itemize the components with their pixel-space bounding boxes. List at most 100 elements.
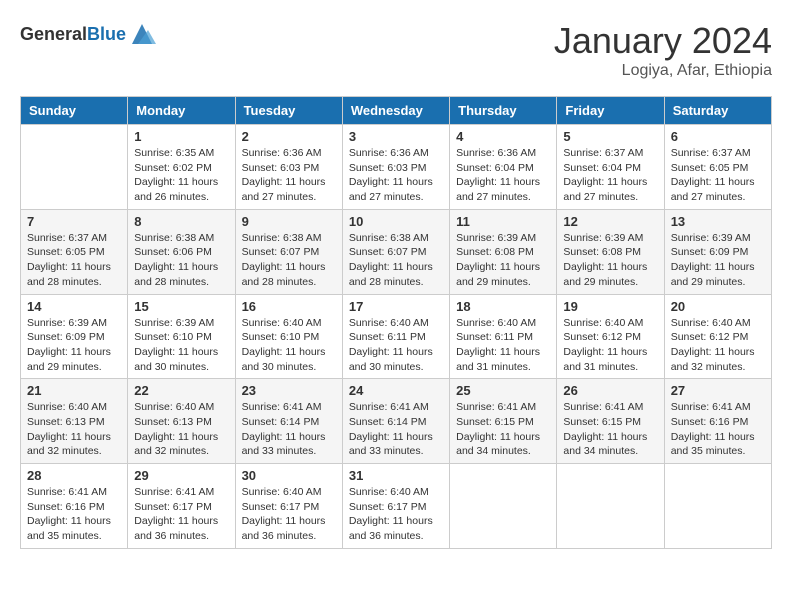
day-detail: Sunrise: 6:40 AMSunset: 6:13 PMDaylight:… (134, 401, 218, 457)
day-detail: Sunrise: 6:41 AMSunset: 6:15 PMDaylight:… (456, 401, 540, 457)
day-detail: Sunrise: 6:41 AMSunset: 6:14 PMDaylight:… (349, 401, 433, 457)
day-number: 9 (242, 214, 336, 229)
day-cell: 26 Sunrise: 6:41 AMSunset: 6:15 PMDaylig… (557, 379, 664, 464)
day-cell: 1 Sunrise: 6:35 AMSunset: 6:02 PMDayligh… (128, 125, 235, 210)
day-detail: Sunrise: 6:37 AMSunset: 6:05 PMDaylight:… (671, 147, 755, 203)
day-detail: Sunrise: 6:41 AMSunset: 6:15 PMDaylight:… (563, 401, 647, 457)
month-title: January 2024 (554, 20, 772, 62)
day-cell: 23 Sunrise: 6:41 AMSunset: 6:14 PMDaylig… (235, 379, 342, 464)
day-detail: Sunrise: 6:39 AMSunset: 6:08 PMDaylight:… (456, 232, 540, 288)
day-number: 4 (456, 129, 550, 144)
logo: GeneralBlue (20, 20, 156, 48)
day-detail: Sunrise: 6:38 AMSunset: 6:06 PMDaylight:… (134, 232, 218, 288)
day-cell: 21 Sunrise: 6:40 AMSunset: 6:13 PMDaylig… (21, 379, 128, 464)
location-title: Logiya, Afar, Ethiopia (554, 62, 772, 80)
day-detail: Sunrise: 6:41 AMSunset: 6:16 PMDaylight:… (671, 401, 755, 457)
col-header-wednesday: Wednesday (342, 97, 449, 125)
day-detail: Sunrise: 6:39 AMSunset: 6:09 PMDaylight:… (671, 232, 755, 288)
day-number: 26 (563, 383, 657, 398)
day-detail: Sunrise: 6:40 AMSunset: 6:11 PMDaylight:… (456, 317, 540, 373)
day-detail: Sunrise: 6:40 AMSunset: 6:12 PMDaylight:… (671, 317, 755, 373)
day-number: 16 (242, 299, 336, 314)
day-cell: 19 Sunrise: 6:40 AMSunset: 6:12 PMDaylig… (557, 294, 664, 379)
day-number: 15 (134, 299, 228, 314)
logo-general: General (20, 24, 87, 44)
day-number: 10 (349, 214, 443, 229)
day-cell: 7 Sunrise: 6:37 AMSunset: 6:05 PMDayligh… (21, 209, 128, 294)
day-cell: 27 Sunrise: 6:41 AMSunset: 6:16 PMDaylig… (664, 379, 771, 464)
day-number: 29 (134, 468, 228, 483)
day-number: 24 (349, 383, 443, 398)
day-number: 1 (134, 129, 228, 144)
day-cell: 5 Sunrise: 6:37 AMSunset: 6:04 PMDayligh… (557, 125, 664, 210)
day-number: 17 (349, 299, 443, 314)
day-cell: 25 Sunrise: 6:41 AMSunset: 6:15 PMDaylig… (450, 379, 557, 464)
day-detail: Sunrise: 6:40 AMSunset: 6:11 PMDaylight:… (349, 317, 433, 373)
day-number: 30 (242, 468, 336, 483)
day-detail: Sunrise: 6:40 AMSunset: 6:10 PMDaylight:… (242, 317, 326, 373)
day-cell: 18 Sunrise: 6:40 AMSunset: 6:11 PMDaylig… (450, 294, 557, 379)
day-cell (21, 125, 128, 210)
day-cell: 14 Sunrise: 6:39 AMSunset: 6:09 PMDaylig… (21, 294, 128, 379)
day-cell: 16 Sunrise: 6:40 AMSunset: 6:10 PMDaylig… (235, 294, 342, 379)
day-cell: 12 Sunrise: 6:39 AMSunset: 6:08 PMDaylig… (557, 209, 664, 294)
day-cell: 9 Sunrise: 6:38 AMSunset: 6:07 PMDayligh… (235, 209, 342, 294)
day-detail: Sunrise: 6:41 AMSunset: 6:14 PMDaylight:… (242, 401, 326, 457)
col-header-friday: Friday (557, 97, 664, 125)
day-detail: Sunrise: 6:40 AMSunset: 6:13 PMDaylight:… (27, 401, 111, 457)
day-number: 3 (349, 129, 443, 144)
day-number: 14 (27, 299, 121, 314)
logo-blue: Blue (87, 24, 126, 44)
day-detail: Sunrise: 6:36 AMSunset: 6:03 PMDaylight:… (242, 147, 326, 203)
day-detail: Sunrise: 6:37 AMSunset: 6:05 PMDaylight:… (27, 232, 111, 288)
col-header-saturday: Saturday (664, 97, 771, 125)
day-detail: Sunrise: 6:41 AMSunset: 6:17 PMDaylight:… (134, 486, 218, 542)
header-row: SundayMondayTuesdayWednesdayThursdayFrid… (21, 97, 772, 125)
day-cell: 17 Sunrise: 6:40 AMSunset: 6:11 PMDaylig… (342, 294, 449, 379)
day-detail: Sunrise: 6:37 AMSunset: 6:04 PMDaylight:… (563, 147, 647, 203)
day-cell: 6 Sunrise: 6:37 AMSunset: 6:05 PMDayligh… (664, 125, 771, 210)
day-cell: 22 Sunrise: 6:40 AMSunset: 6:13 PMDaylig… (128, 379, 235, 464)
col-header-tuesday: Tuesday (235, 97, 342, 125)
week-row-0: 1 Sunrise: 6:35 AMSunset: 6:02 PMDayligh… (21, 125, 772, 210)
day-detail: Sunrise: 6:39 AMSunset: 6:09 PMDaylight:… (27, 317, 111, 373)
day-cell (557, 464, 664, 549)
day-detail: Sunrise: 6:35 AMSunset: 6:02 PMDaylight:… (134, 147, 218, 203)
day-number: 18 (456, 299, 550, 314)
day-cell: 4 Sunrise: 6:36 AMSunset: 6:04 PMDayligh… (450, 125, 557, 210)
day-detail: Sunrise: 6:40 AMSunset: 6:17 PMDaylight:… (349, 486, 433, 542)
day-detail: Sunrise: 6:38 AMSunset: 6:07 PMDaylight:… (349, 232, 433, 288)
day-number: 5 (563, 129, 657, 144)
day-cell (664, 464, 771, 549)
week-row-4: 28 Sunrise: 6:41 AMSunset: 6:16 PMDaylig… (21, 464, 772, 549)
col-header-monday: Monday (128, 97, 235, 125)
day-detail: Sunrise: 6:41 AMSunset: 6:16 PMDaylight:… (27, 486, 111, 542)
calendar-table: SundayMondayTuesdayWednesdayThursdayFrid… (20, 96, 772, 549)
day-detail: Sunrise: 6:36 AMSunset: 6:04 PMDaylight:… (456, 147, 540, 203)
day-number: 31 (349, 468, 443, 483)
day-cell: 10 Sunrise: 6:38 AMSunset: 6:07 PMDaylig… (342, 209, 449, 294)
day-detail: Sunrise: 6:36 AMSunset: 6:03 PMDaylight:… (349, 147, 433, 203)
day-cell: 24 Sunrise: 6:41 AMSunset: 6:14 PMDaylig… (342, 379, 449, 464)
day-number: 6 (671, 129, 765, 144)
day-number: 21 (27, 383, 121, 398)
day-number: 22 (134, 383, 228, 398)
week-row-2: 14 Sunrise: 6:39 AMSunset: 6:09 PMDaylig… (21, 294, 772, 379)
day-number: 25 (456, 383, 550, 398)
day-cell: 15 Sunrise: 6:39 AMSunset: 6:10 PMDaylig… (128, 294, 235, 379)
day-cell: 13 Sunrise: 6:39 AMSunset: 6:09 PMDaylig… (664, 209, 771, 294)
day-cell: 20 Sunrise: 6:40 AMSunset: 6:12 PMDaylig… (664, 294, 771, 379)
day-number: 23 (242, 383, 336, 398)
day-number: 8 (134, 214, 228, 229)
day-number: 13 (671, 214, 765, 229)
week-row-3: 21 Sunrise: 6:40 AMSunset: 6:13 PMDaylig… (21, 379, 772, 464)
day-cell: 28 Sunrise: 6:41 AMSunset: 6:16 PMDaylig… (21, 464, 128, 549)
col-header-thursday: Thursday (450, 97, 557, 125)
title-area: January 2024 Logiya, Afar, Ethiopia (554, 20, 772, 80)
day-cell (450, 464, 557, 549)
day-number: 20 (671, 299, 765, 314)
day-number: 19 (563, 299, 657, 314)
logo-icon (128, 20, 156, 48)
day-detail: Sunrise: 6:40 AMSunset: 6:12 PMDaylight:… (563, 317, 647, 373)
day-cell: 3 Sunrise: 6:36 AMSunset: 6:03 PMDayligh… (342, 125, 449, 210)
